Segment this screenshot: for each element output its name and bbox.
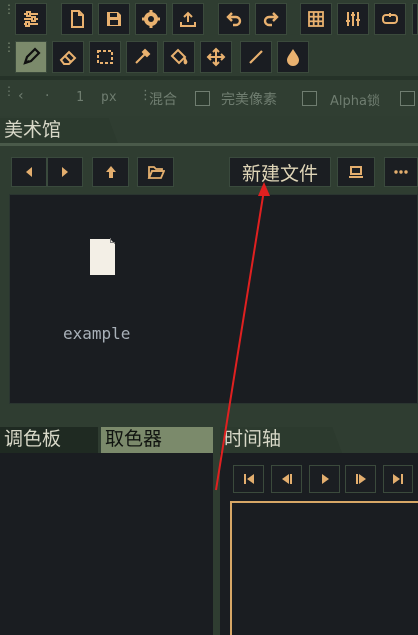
bucket-fill-icon[interactable]: [163, 41, 195, 73]
play-button[interactable]: [309, 465, 340, 493]
drop-icon[interactable]: [277, 41, 309, 73]
gear-icon[interactable]: [135, 3, 167, 35]
tab-gallery-label: 美术馆: [4, 119, 62, 141]
tab-timeline[interactable]: 时间轴: [220, 427, 342, 453]
prev-frame-button[interactable]: [271, 465, 302, 493]
blend-checkbox[interactable]: [195, 91, 210, 106]
size-slider-dot[interactable]: ·: [45, 88, 49, 104]
file-item[interactable]: example: [59, 236, 149, 348]
pencil-icon[interactable]: [15, 41, 47, 73]
first-frame-button[interactable]: [233, 465, 264, 493]
alpha-lock-label: Alpha锁: [330, 94, 380, 109]
line-icon[interactable]: [240, 41, 272, 73]
tools-toolbar: ⋮: [0, 38, 418, 76]
brush-size-unit: px: [101, 90, 117, 105]
options-divider: ⋮: [139, 88, 152, 108]
pixel-perfect-label: 完美像素: [221, 92, 277, 108]
tab-color-picker[interactable]: 取色器: [101, 427, 213, 453]
next-frame-button[interactable]: [345, 465, 376, 493]
toolbar-grip[interactable]: ⋮: [3, 3, 15, 15]
palette-content: [0, 453, 213, 635]
new-file-icon[interactable]: [61, 3, 93, 35]
tab-timeline-label: 时间轴: [224, 428, 282, 450]
forward-button[interactable]: [47, 157, 83, 187]
loop-icon[interactable]: [374, 3, 406, 35]
grid-icon[interactable]: [300, 3, 332, 35]
tab-color-picker-label: 取色器: [105, 428, 163, 450]
view-mode-button[interactable]: [337, 157, 375, 187]
blend-label: 混合: [149, 92, 177, 108]
main-toolbar: ⋮: [0, 0, 418, 38]
size-decrease-arrow[interactable]: ‹: [18, 88, 24, 104]
export-icon[interactable]: [172, 3, 204, 35]
up-folder-button[interactable]: [92, 157, 129, 187]
rect-select-icon[interactable]: [89, 41, 121, 73]
tab-underline: [0, 143, 418, 146]
file-corner-icon: [110, 238, 115, 243]
toolbar-grip[interactable]: ⋮: [3, 41, 15, 53]
open-folder-button[interactable]: [137, 157, 174, 187]
eyedropper-icon[interactable]: [126, 41, 158, 73]
settings-sliders-icon[interactable]: [15, 3, 47, 35]
eraser-icon[interactable]: [52, 41, 84, 73]
move-icon[interactable]: [200, 41, 232, 73]
frame-cell[interactable]: [230, 501, 418, 635]
equalizer-icon[interactable]: [337, 3, 369, 35]
tab-gallery[interactable]: 美术馆: [0, 118, 118, 144]
alpha-lock-checkbox[interactable]: [400, 91, 415, 106]
file-thumbnail-icon: [90, 239, 115, 275]
file-name: example: [63, 324, 131, 343]
save-icon[interactable]: [98, 3, 130, 35]
more-options-button[interactable]: [384, 157, 418, 187]
pixel-perfect-checkbox[interactable]: [302, 91, 317, 106]
brush-size-value[interactable]: 1: [76, 90, 84, 105]
new-file-button[interactable]: 新建文件: [229, 157, 331, 187]
tab-palette-label: 调色板: [4, 428, 62, 450]
tab-palette[interactable]: 调色板: [0, 427, 98, 453]
redo-icon[interactable]: [255, 3, 287, 35]
undo-icon[interactable]: [218, 3, 250, 35]
last-frame-button[interactable]: [383, 465, 413, 493]
options-grip[interactable]: ⋮: [3, 85, 15, 97]
back-button[interactable]: [11, 157, 47, 187]
overflow-button[interactable]: [412, 3, 418, 35]
